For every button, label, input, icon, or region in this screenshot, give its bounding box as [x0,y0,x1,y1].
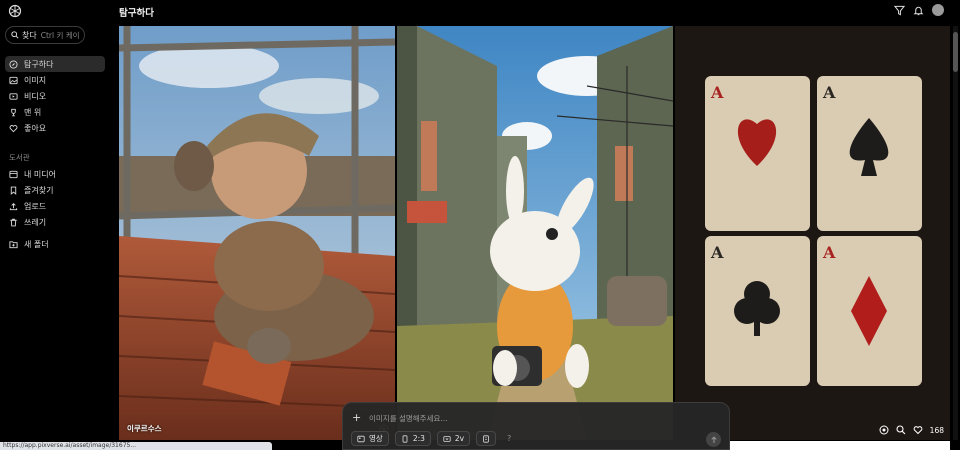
search-shortcut: Ctrl 키 케이 [40,30,80,40]
aspect-ratio-label: 2:3 [412,434,425,443]
library-item-trash[interactable]: 쓰레기 [5,214,105,230]
prompt-options: 영상 2:3 2v ? [351,431,516,446]
library-item-label: 즐겨찾기 [24,185,54,195]
folder-plus-icon [9,240,18,248]
style-reference-button[interactable] [476,431,497,446]
image-mode-icon [357,435,365,442]
tile-actions: 168 [879,425,944,435]
compass-icon [9,59,18,69]
bottom-strip [730,441,950,450]
media-icon [9,170,18,178]
nav-item-top[interactable]: 맨 위 [5,104,105,120]
svg-text:A: A [822,243,836,262]
library-section-title: 도서관 [9,153,30,162]
avatar[interactable] [932,4,944,16]
mode-selector[interactable]: 영상 [351,431,389,446]
version-icon [443,435,451,442]
nav-item-images[interactable]: 이미지 [5,72,105,88]
search-icon [11,31,19,39]
page-title: 탐구하다 [119,8,154,19]
bookmark-icon [10,186,17,195]
trophy-icon [11,108,16,116]
nav-item-likes[interactable]: 좋아요 [5,120,105,136]
tile-credit[interactable]: 이쿠르수스 [127,423,162,434]
nav-item-videos[interactable]: 비디오 [5,88,105,104]
gallery-tile-baby-roof[interactable]: 이쿠르수스 [119,26,395,440]
page-scrollbar[interactable] [953,26,958,440]
nav-item-explore[interactable]: 탐구하다 [5,56,105,72]
new-folder-button[interactable]: 새 폴더 [5,236,105,252]
svg-text:A: A [710,83,724,102]
image-gallery: 이쿠르수스 A A A A 168 [119,26,950,440]
video-icon [9,92,18,100]
gallery-tile-aces[interactable]: A A A A 168 [675,26,950,440]
image-icon [9,76,18,84]
help-button[interactable]: ? [502,431,516,446]
library-item-label: 업로드 [24,201,47,211]
library-item-favorites[interactable]: 즐겨찾기 [5,182,105,198]
filter-icon[interactable] [894,5,905,16]
search-label: 찾다 [22,30,37,40]
prompt-composer: + 이미지를 설명해주세요... 영상 2:3 2v ? [342,402,730,450]
heart-icon[interactable] [913,425,923,435]
create-similar-icon[interactable] [879,425,889,435]
baby-roof-image [119,26,395,440]
sidebar: 찾다 Ctrl 키 케이 탐구하다 이미지 비디오 맨 위 좋아요 도서관 내 … [0,0,110,450]
library-item-label: 내 미디어 [24,169,56,179]
top-bar-actions [894,4,944,16]
nav-item-label: 맨 위 [24,107,42,117]
prompt-input[interactable]: 이미지를 설명해주세요... [369,413,448,424]
ace-cards-image: A A A A [675,26,950,440]
heart-icon [9,124,18,132]
add-attachment-button[interactable]: + [352,411,361,424]
nav-item-label: 좋아요 [24,123,47,133]
new-folder-nav: 새 폴더 [5,236,105,252]
search-box[interactable]: 찾다 Ctrl 키 케이 [5,26,85,44]
nav-item-label: 비디오 [24,91,47,101]
library-item-upload[interactable]: 업로드 [5,198,105,214]
main-nav: 탐구하다 이미지 비디오 맨 위 좋아요 [5,56,105,136]
svg-text:A: A [822,83,836,102]
mode-label: 영상 [369,434,383,443]
nav-item-label: 탐구하다 [24,59,54,69]
library-item-my-media[interactable]: 내 미디어 [5,166,105,182]
like-count: 168 [929,425,944,435]
send-button[interactable] [706,432,721,447]
version-selector[interactable]: 2v [436,431,471,446]
aspect-ratio-icon [402,434,408,443]
trash-icon [10,218,17,226]
new-folder-label: 새 폴더 [24,239,49,249]
nav-item-label: 이미지 [24,75,47,85]
gallery-tile-rabbit-city[interactable] [397,26,673,440]
app-logo-icon[interactable] [8,4,22,18]
library-nav: 내 미디어 즐겨찾기 업로드 쓰레기 [5,166,105,230]
bell-icon[interactable] [913,5,924,16]
library-item-label: 쓰레기 [24,217,47,227]
upload-icon [9,202,18,210]
arrow-up-icon [710,435,717,443]
svg-text:A: A [710,243,724,262]
style-icon [483,434,489,443]
scrollbar-thumb[interactable] [953,32,958,72]
zoom-icon[interactable] [896,425,906,435]
rabbit-city-image [397,26,673,440]
link-status-bar: https://app.pixverse.ai/asset/image/3167… [0,442,272,450]
version-label: 2v [454,434,465,443]
aspect-ratio-selector[interactable]: 2:3 [394,431,431,446]
